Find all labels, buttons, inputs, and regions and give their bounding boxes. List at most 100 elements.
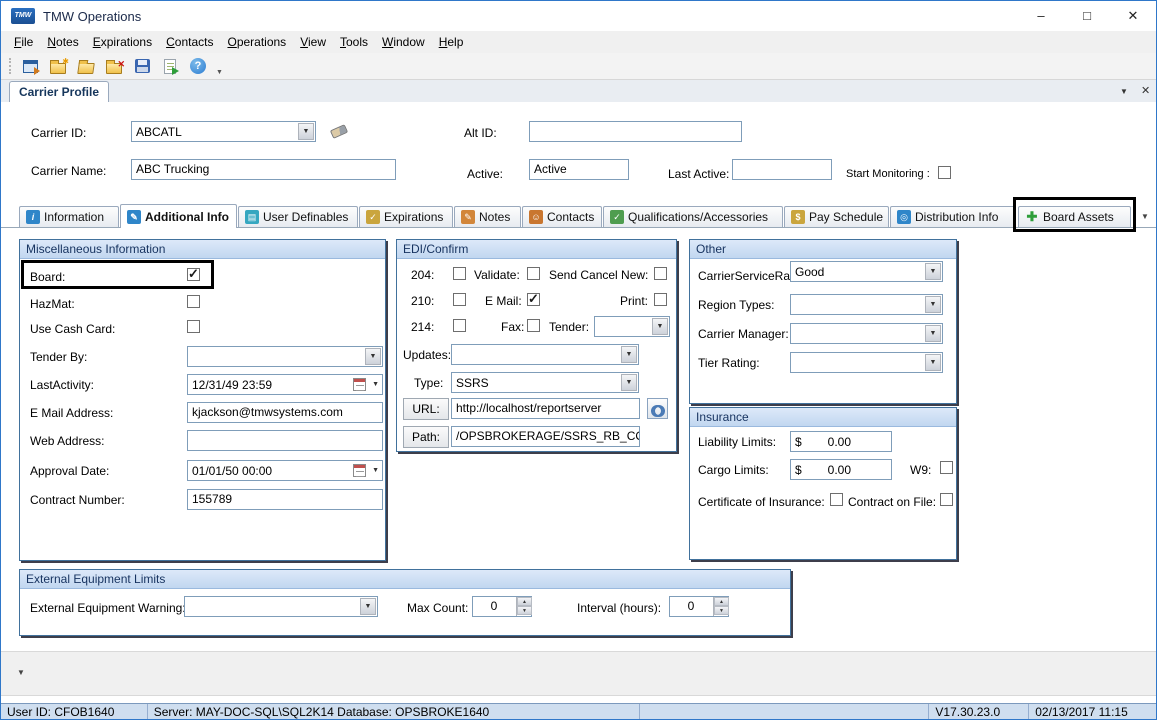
w9-checkbox[interactable] bbox=[940, 461, 953, 474]
delete-button[interactable] bbox=[104, 56, 124, 76]
type-select[interactable]: SSRS ▼ bbox=[451, 372, 639, 393]
active-field[interactable]: Active bbox=[529, 159, 629, 180]
tab-information[interactable]: Information bbox=[19, 206, 119, 227]
start-monitoring-checkbox[interactable] bbox=[938, 166, 951, 179]
tab-pay-schedule[interactable]: Pay Schedule bbox=[784, 206, 889, 227]
use-cash-card-checkbox[interactable] bbox=[187, 320, 200, 333]
minimize-button[interactable]: – bbox=[1018, 1, 1064, 31]
hazmat-checkbox[interactable] bbox=[187, 295, 200, 308]
menu-notes[interactable]: Notes bbox=[40, 31, 85, 53]
spin-up-icon[interactable]: ▲ bbox=[714, 597, 729, 606]
edi-210-checkbox[interactable] bbox=[453, 293, 466, 306]
tab-expirations[interactable]: Expirations bbox=[359, 206, 453, 227]
tab-user-definables[interactable]: User Definables bbox=[238, 206, 358, 227]
spin-down-icon[interactable]: ▼ bbox=[517, 606, 532, 615]
new-folder-icon bbox=[50, 63, 66, 74]
chevron-down-icon[interactable]: ▼ bbox=[372, 467, 379, 474]
tab-distribution-info[interactable]: Distribution Info bbox=[890, 206, 1015, 227]
toolbar-overflow-chevron-icon[interactable]: ▼ bbox=[216, 69, 223, 76]
new-button[interactable] bbox=[48, 56, 68, 76]
alt-id-field[interactable] bbox=[529, 121, 742, 142]
tab-list-chevron-icon[interactable]: ▼ bbox=[1120, 87, 1128, 96]
tab-label: Expirations bbox=[384, 210, 443, 224]
email-address-field[interactable]: kjackson@tmwsystems.com bbox=[187, 402, 383, 423]
last-activity-value: 12/31/49 23:59 bbox=[192, 377, 348, 393]
external-equipment-warning-select[interactable]: ▼ bbox=[184, 596, 378, 617]
contract-number-field[interactable]: 155789 bbox=[187, 489, 383, 510]
bottom-toolbar: ▼ bbox=[1, 651, 1156, 696]
maximize-button[interactable]: □ bbox=[1064, 1, 1110, 31]
region-types-select[interactable]: ▼ bbox=[790, 294, 943, 315]
close-button[interactable]: ✕ bbox=[1110, 1, 1156, 31]
url-button[interactable]: URL: bbox=[403, 398, 449, 420]
tab-contacts[interactable]: Contacts bbox=[522, 206, 602, 227]
liability-limits-field[interactable]: $ 0.00 bbox=[790, 431, 892, 452]
max-count-label: Max Count: bbox=[407, 601, 468, 615]
spin-down-icon[interactable]: ▼ bbox=[714, 606, 729, 615]
last-active-field[interactable] bbox=[732, 159, 832, 180]
tab-board-assets[interactable]: Board Assets bbox=[1018, 206, 1131, 227]
path-button[interactable]: Path: bbox=[403, 426, 449, 448]
url-field[interactable]: http://localhost/reportserver bbox=[451, 398, 640, 419]
calendar-icon[interactable] bbox=[353, 464, 366, 477]
eraser-icon[interactable] bbox=[330, 124, 348, 139]
close-tab-icon[interactable]: ✕ bbox=[1141, 84, 1150, 97]
edi-204-label: 204: bbox=[411, 268, 434, 282]
certificate-of-insurance-checkbox[interactable] bbox=[830, 493, 843, 506]
fax-checkbox[interactable] bbox=[527, 319, 540, 332]
interval-hours-stepper[interactable]: 0 ▲▼ bbox=[669, 596, 729, 617]
toolbar-grip bbox=[9, 58, 12, 74]
cargo-limits-field[interactable]: $ 0.00 bbox=[790, 459, 892, 480]
carrier-profile-tab[interactable]: Carrier Profile bbox=[9, 81, 109, 102]
tab-notes[interactable]: Notes bbox=[454, 206, 521, 227]
edi-204-checkbox[interactable] bbox=[453, 267, 466, 280]
tab-additional-info[interactable]: Additional Info bbox=[120, 204, 237, 228]
insurance-panel-title: Insurance bbox=[690, 408, 956, 427]
tab-label: Pay Schedule bbox=[809, 210, 883, 224]
web-address-field[interactable] bbox=[187, 430, 383, 451]
menu-help[interactable]: Help bbox=[432, 31, 471, 53]
region-types-label: Region Types: bbox=[698, 298, 775, 312]
chevron-down-icon[interactable]: ▼ bbox=[372, 381, 379, 388]
max-count-stepper[interactable]: 0 ▲▼ bbox=[472, 596, 532, 617]
board-checkbox[interactable] bbox=[187, 268, 200, 281]
open-button[interactable] bbox=[76, 56, 96, 76]
edi-email-label: E Mail: bbox=[485, 294, 522, 308]
carrier-manager-select[interactable]: ▼ bbox=[790, 323, 943, 344]
tier-rating-select[interactable]: ▼ bbox=[790, 352, 943, 373]
misc-info-panel-title: Miscellaneous Information bbox=[20, 240, 385, 259]
menu-operations[interactable]: Operations bbox=[220, 31, 293, 53]
approval-date-field[interactable]: 01/01/50 00:00 ▼ bbox=[187, 460, 383, 481]
cargo-limits-label: Cargo Limits: bbox=[698, 463, 769, 477]
menu-tools[interactable]: Tools bbox=[333, 31, 375, 53]
menu-file[interactable]: File bbox=[7, 31, 40, 53]
last-activity-date-field[interactable]: 12/31/49 23:59 ▼ bbox=[187, 374, 383, 395]
exit-button[interactable] bbox=[20, 56, 40, 76]
print-checkbox[interactable] bbox=[654, 293, 667, 306]
carrier-name-field[interactable]: ABC Trucking bbox=[131, 159, 396, 180]
export-button[interactable] bbox=[160, 56, 180, 76]
contract-on-file-checkbox[interactable] bbox=[940, 493, 953, 506]
spin-up-icon[interactable]: ▲ bbox=[517, 597, 532, 606]
tender-by-select[interactable]: ▼ bbox=[187, 346, 383, 367]
tender-select[interactable]: ▼ bbox=[594, 316, 670, 337]
send-cancel-new-checkbox[interactable] bbox=[654, 267, 667, 280]
updates-select[interactable]: ▼ bbox=[451, 344, 639, 365]
tab-overflow-chevron-icon[interactable]: ▼ bbox=[1141, 212, 1149, 221]
bottom-toolbar-chevron-icon[interactable]: ▼ bbox=[17, 668, 25, 677]
path-field[interactable]: /OPSBROKERAGE/SSRS_RB_CONFI bbox=[451, 426, 640, 447]
open-url-button[interactable] bbox=[647, 398, 668, 419]
help-button[interactable] bbox=[188, 56, 208, 76]
menu-contacts[interactable]: Contacts bbox=[159, 31, 220, 53]
validate-checkbox[interactable] bbox=[527, 267, 540, 280]
edi-email-checkbox[interactable] bbox=[527, 293, 540, 306]
menu-view[interactable]: View bbox=[293, 31, 333, 53]
menu-expirations[interactable]: Expirations bbox=[86, 31, 159, 53]
tab-qualifications[interactable]: Qualifications/Accessories bbox=[603, 206, 783, 227]
save-button[interactable] bbox=[132, 56, 152, 76]
carrier-service-rating-select[interactable]: Good ▼ bbox=[790, 261, 943, 282]
calendar-icon[interactable] bbox=[353, 378, 366, 391]
carrier-id-select[interactable]: ABCATL ▼ bbox=[131, 121, 316, 142]
menu-window[interactable]: Window bbox=[375, 31, 432, 53]
edi-214-checkbox[interactable] bbox=[453, 319, 466, 332]
